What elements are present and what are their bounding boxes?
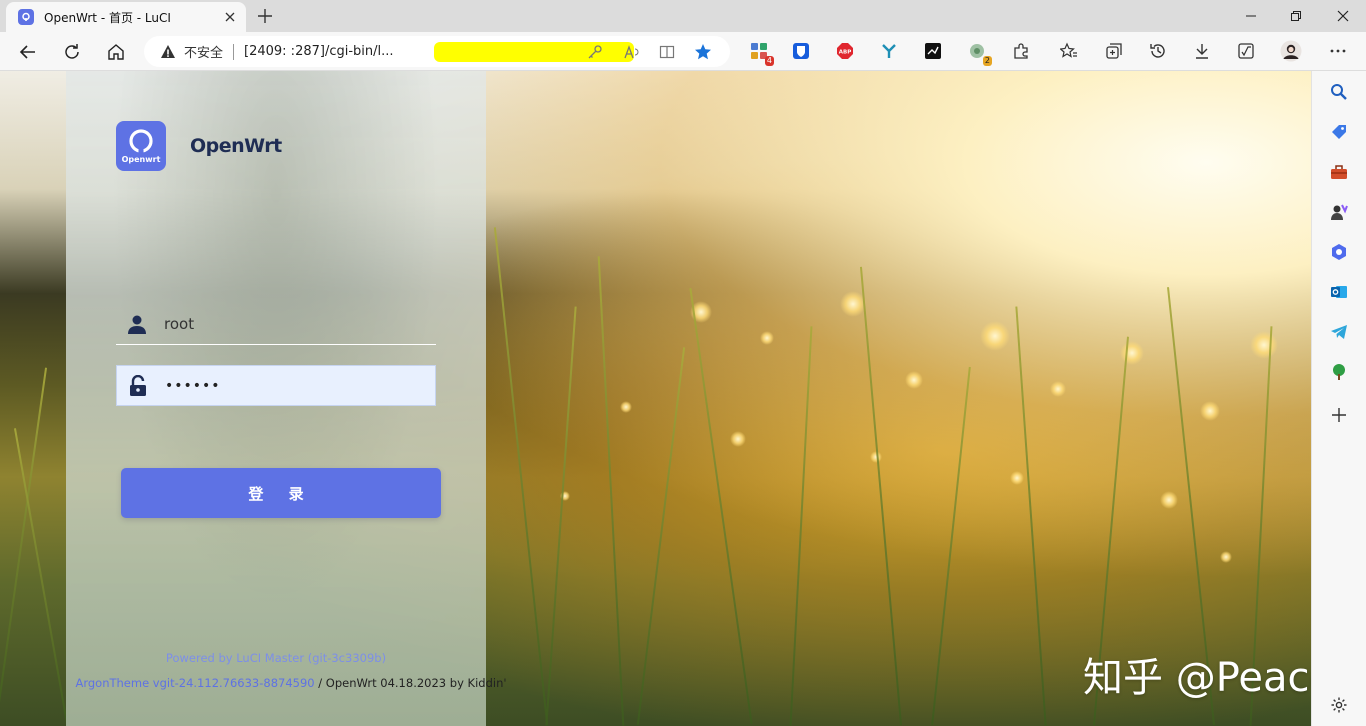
grass-blade — [0, 367, 48, 725]
bokeh-light — [1050, 381, 1066, 397]
bokeh-light — [1220, 551, 1232, 563]
footer-tail: / OpenWrt 04.18.2023 by Kiddin' — [314, 676, 507, 690]
ext-bitwarden-icon[interactable] — [789, 39, 813, 63]
split-screen-icon[interactable] — [656, 41, 678, 63]
brand-name: OpenWrt — [190, 135, 282, 157]
login-panel: Openwrt OpenWrt root •••••• 登 录 Powered … — [66, 71, 507, 726]
tree-icon[interactable] — [1328, 361, 1350, 383]
bokeh-light — [1250, 331, 1278, 359]
grass-blade — [1015, 306, 1047, 726]
bokeh-light — [1160, 491, 1178, 509]
new-tab-icon[interactable] — [256, 7, 274, 25]
grass-blade — [689, 288, 753, 724]
brand: Openwrt OpenWrt — [116, 121, 282, 171]
login-button[interactable]: 登 录 — [121, 468, 441, 518]
toolbox-icon[interactable] — [1328, 161, 1350, 183]
logo-text: Openwrt — [121, 154, 161, 164]
history-icon[interactable] — [1146, 39, 1170, 63]
telegram-icon[interactable] — [1328, 321, 1350, 343]
bokeh-light — [730, 431, 746, 447]
grass-blade — [493, 227, 549, 725]
unlock-icon — [127, 374, 149, 397]
edge-sidebar — [1311, 71, 1366, 726]
bokeh-light — [1120, 341, 1144, 365]
grass-blade — [789, 326, 813, 726]
profile-avatar-icon[interactable] — [1279, 39, 1303, 63]
password-field[interactable]: •••••• — [116, 365, 436, 406]
minimize-icon[interactable] — [1241, 6, 1261, 26]
close-window-icon[interactable] — [1333, 6, 1353, 26]
password-value[interactable]: •••••• — [165, 378, 221, 394]
bokeh-light — [1010, 471, 1024, 485]
download-icon[interactable] — [1190, 39, 1214, 63]
grass-blade — [597, 256, 625, 726]
favorite-star-icon[interactable] — [692, 41, 714, 63]
ext-circle-icon[interactable]: 2 — [965, 39, 992, 66]
footer-theme-link[interactable]: ArgonTheme vgit-24.112.76633-8874590 — [75, 676, 314, 690]
security-label[interactable]: 不安全 — [184, 42, 223, 61]
user-icon — [126, 313, 148, 335]
openwrt-logo: Openwrt — [116, 121, 166, 171]
grass-blade — [636, 347, 686, 725]
copilot-icon[interactable] — [1328, 241, 1350, 263]
openwrt-favicon-icon — [18, 9, 34, 25]
address-bar[interactable]: 不安全 [2409: :287]/cgi-bin/l... — [144, 36, 730, 67]
bokeh-light — [760, 331, 774, 345]
refresh-icon[interactable] — [59, 39, 85, 65]
add-icon[interactable] — [1328, 404, 1350, 426]
games-icon[interactable] — [1328, 201, 1350, 223]
shopping-tag-icon[interactable] — [1328, 121, 1350, 143]
address-separator — [233, 43, 235, 60]
tab-title: OpenWrt - 首页 - LuCI — [44, 10, 171, 25]
extensions-puzzle-icon[interactable] — [1009, 39, 1033, 63]
zhihu-watermark: 知乎 @Peace — [1083, 655, 1311, 701]
tab-close-icon[interactable] — [222, 9, 238, 25]
ext-adblock-icon[interactable]: ABP — [833, 39, 857, 63]
grass-blade — [13, 428, 69, 724]
tab-active[interactable]: OpenWrt - 首页 - LuCI — [6, 2, 246, 32]
grass-blade — [859, 266, 903, 726]
read-aloud-icon[interactable] — [620, 41, 642, 63]
ext-badge: 4 — [764, 56, 774, 66]
ext-fork-icon[interactable] — [877, 39, 901, 63]
bokeh-light — [620, 401, 632, 413]
ext-terminal-icon[interactable] — [921, 39, 945, 63]
favorites-icon[interactable] — [1057, 39, 1081, 63]
bokeh-light — [980, 321, 1010, 351]
footer-powered[interactable]: Powered by LuCI Master (git-3c3309b) — [66, 651, 486, 665]
collections-icon[interactable] — [1102, 39, 1126, 63]
bokeh-light — [1200, 401, 1220, 421]
page-viewport: Openwrt OpenWrt root •••••• 登 录 Powered … — [0, 71, 1311, 726]
warning-icon — [160, 44, 176, 60]
more-menu-icon[interactable] — [1326, 39, 1350, 63]
ext-collections-icon[interactable]: 4 — [747, 39, 774, 66]
key-icon[interactable] — [584, 41, 606, 63]
tab-strip: OpenWrt - 首页 - LuCI — [0, 0, 1366, 32]
search-icon[interactable] — [1328, 81, 1350, 103]
back-icon[interactable] — [15, 39, 41, 65]
grass-blade — [931, 366, 971, 726]
footer-theme: ArgonTheme vgit-24.112.76633-8874590 / O… — [66, 676, 516, 690]
browser-toolbar: 不安全 [2409: :287]/cgi-bin/l... 4 ABP 2 — [0, 32, 1366, 71]
username-value[interactable]: root — [164, 315, 194, 333]
home-icon[interactable] — [103, 39, 129, 65]
settings-icon[interactable] — [1328, 694, 1350, 716]
restore-icon[interactable] — [1286, 6, 1306, 26]
math-solver-icon[interactable] — [1234, 39, 1258, 63]
grass-blade — [545, 306, 577, 726]
ext-badge: 2 — [982, 56, 992, 66]
username-field[interactable]: root — [116, 304, 436, 345]
bokeh-light — [905, 371, 923, 389]
svg-text:ABP: ABP — [839, 50, 851, 56]
outlook-icon[interactable] — [1328, 281, 1350, 303]
